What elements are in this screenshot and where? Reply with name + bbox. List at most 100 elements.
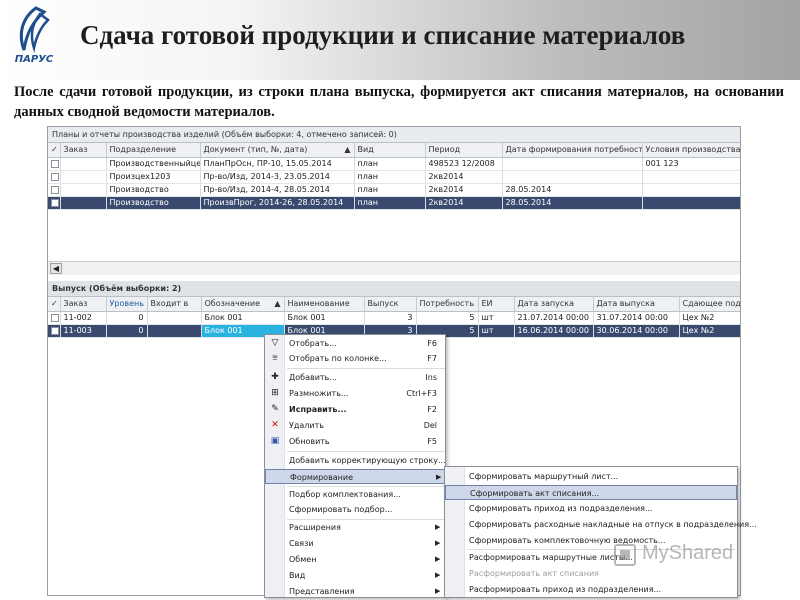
- menu-item-selection-completion[interactable]: Подбор комплектования...: [265, 487, 445, 502]
- column-header-part-of[interactable]: Входит в: [147, 297, 202, 312]
- cell-order[interactable]: [60, 183, 107, 197]
- submenu-item-form-route-sheet[interactable]: Сформировать маршрутный лист...: [445, 469, 737, 484]
- submenu-item-disband-route-sheets[interactable]: Расформировать маршрутные листы...: [445, 550, 737, 565]
- column-header-need[interactable]: Потребность: [416, 297, 479, 312]
- cell-start-date[interactable]: 16.06.2014 00:00: [514, 324, 594, 338]
- menu-item-add-correction-row[interactable]: Добавить корректирующую строку...: [265, 453, 446, 468]
- column-header-division[interactable]: Подразделение: [106, 143, 201, 158]
- menu-item-edit[interactable]: ✎ Исправить... F2: [265, 402, 445, 417]
- cell-document[interactable]: Пр-во/Изд, 2014-3, 23.05.2014: [200, 170, 355, 184]
- cell-period[interactable]: 2кв2014: [425, 196, 503, 210]
- cell-need-date[interactable]: 28.05.2014: [502, 183, 643, 197]
- scroll-left-button[interactable]: ◀: [50, 263, 62, 274]
- submenu-item-form-completion-sheet[interactable]: Сформировать комплектовочную ведомость..…: [445, 533, 737, 548]
- cell-type[interactable]: план: [354, 157, 426, 171]
- column-header-order[interactable]: Заказ: [60, 143, 107, 158]
- row-checkbox-cell[interactable]: [48, 324, 61, 338]
- cell-name[interactable]: Блок 001: [284, 311, 365, 325]
- cell-division[interactable]: Производственныйцех: [106, 157, 201, 171]
- menu-item-form-selection[interactable]: Сформировать подбор...: [265, 502, 445, 517]
- plans-horizontal-scrollbar[interactable]: ◀: [48, 261, 740, 275]
- menu-item-filter[interactable]: ▽ Отобрать... F6: [265, 336, 445, 351]
- cell-document[interactable]: ПроизвПрог, 2014-26, 28.05.2014: [200, 196, 355, 210]
- row-checkbox[interactable]: [51, 198, 59, 207]
- cell-order[interactable]: [60, 170, 107, 184]
- submenu-item-disband-write-off-act[interactable]: Расформировать акт списания: [445, 566, 737, 581]
- column-header-type[interactable]: Вид: [354, 143, 426, 158]
- cell-delivering-unit[interactable]: Цех №2: [679, 311, 740, 325]
- column-header-level[interactable]: Уровень в: [106, 297, 148, 312]
- row-checkbox-cell[interactable]: [48, 311, 61, 325]
- cell-order[interactable]: [60, 196, 107, 210]
- menu-item-delete[interactable]: ✕ Удалить Del: [265, 418, 445, 433]
- row-checkbox[interactable]: [51, 326, 59, 335]
- cell-start-date[interactable]: 21.07.2014 00:00: [514, 311, 594, 325]
- row-checkbox-cell[interactable]: [48, 183, 61, 197]
- cell-release[interactable]: 3: [364, 311, 417, 325]
- column-header-conditions[interactable]: Условия производства: [642, 143, 740, 158]
- cell-period[interactable]: 498523 12/2008: [425, 157, 503, 171]
- cell-unit[interactable]: шт: [478, 311, 515, 325]
- menu-item-links[interactable]: Связи ▶: [265, 536, 445, 551]
- cell-need[interactable]: 5: [416, 311, 479, 325]
- cell-designation[interactable]: Блок 001: [201, 311, 285, 325]
- cell-period[interactable]: 2кв2014: [425, 183, 503, 197]
- cell-part-of[interactable]: [147, 311, 202, 325]
- menu-item-refresh[interactable]: ▣ Обновить F5: [265, 434, 445, 449]
- cell-order[interactable]: [60, 157, 107, 171]
- menu-item-presentations[interactable]: Представления ▶: [265, 584, 445, 599]
- row-checkbox-cell[interactable]: [48, 157, 61, 171]
- cell-conditions[interactable]: [642, 170, 740, 184]
- cell-period[interactable]: 2кв2014: [425, 170, 503, 184]
- column-header-name[interactable]: Наименование: [284, 297, 365, 312]
- row-checkbox[interactable]: [51, 313, 59, 322]
- row-checkbox[interactable]: [51, 172, 59, 181]
- column-header-need-date[interactable]: Дата формирования потребности/ра: [502, 143, 643, 158]
- table-row[interactable]: 11-002 0 Блок 001 Блок 001 3 5 шт 21.07.…: [48, 311, 740, 325]
- cell-division[interactable]: Произцех1203: [106, 170, 201, 184]
- cell-part-of[interactable]: [147, 324, 202, 338]
- menu-item-exchange[interactable]: Обмен ▶: [265, 552, 445, 567]
- cell-division[interactable]: Производство: [106, 183, 201, 197]
- cell-release-date[interactable]: 31.07.2014 00:00: [593, 311, 680, 325]
- column-header-designation[interactable]: Обозначение ▲: [201, 297, 285, 312]
- column-header-check[interactable]: ✓: [48, 297, 61, 312]
- menu-item-view[interactable]: Вид ▶: [265, 568, 445, 583]
- table-row[interactable]: Производство Пр-во/Изд, 2014-4, 28.05.20…: [48, 183, 740, 197]
- cell-conditions[interactable]: 001 123: [642, 157, 740, 171]
- row-checkbox[interactable]: [51, 185, 59, 194]
- cell-delivering-unit[interactable]: Цех №2: [679, 324, 740, 338]
- cell-division[interactable]: Производство: [106, 196, 201, 210]
- table-row[interactable]: Производственныйцех ПланПрОсн, ПР-10, 15…: [48, 157, 740, 171]
- cell-type[interactable]: план: [354, 183, 426, 197]
- cell-conditions[interactable]: [642, 183, 740, 197]
- column-header-start-date[interactable]: Дата запуска: [514, 297, 594, 312]
- column-header-period[interactable]: Период: [425, 143, 503, 158]
- cell-level[interactable]: 0: [106, 324, 148, 338]
- menu-item-formation[interactable]: Формирование ▶: [265, 469, 445, 484]
- submenu-item-disband-receipt[interactable]: Расформировать приход из подразделения..…: [445, 582, 737, 597]
- column-header-delivering-unit[interactable]: Сдающее под: [679, 297, 740, 312]
- cell-need-date[interactable]: [502, 170, 643, 184]
- menu-item-add[interactable]: ✚ Добавить... Ins: [265, 370, 445, 385]
- cell-level[interactable]: 0: [106, 311, 148, 325]
- submenu-item-form-receipt[interactable]: Сформировать приход из подразделения...: [445, 501, 737, 516]
- column-header-release-date[interactable]: Дата выпуска: [593, 297, 680, 312]
- cell-unit[interactable]: шт: [478, 324, 515, 338]
- menu-item-filter-by-column[interactable]: ⩸ Отобрать по колонке... F7: [265, 351, 445, 366]
- menu-item-extensions[interactable]: Расширения ▶: [265, 520, 445, 535]
- column-header-order[interactable]: Заказ: [60, 297, 107, 312]
- cell-conditions[interactable]: [642, 196, 740, 210]
- cell-order[interactable]: 11-003: [60, 324, 107, 338]
- cell-need-date[interactable]: 28.05.2014: [502, 196, 643, 210]
- cell-order[interactable]: 11-002: [60, 311, 107, 325]
- table-row[interactable]: Произцех1203 Пр-во/Изд, 2014-3, 23.05.20…: [48, 170, 740, 184]
- row-checkbox-cell[interactable]: [48, 196, 61, 210]
- column-header-check[interactable]: ✓: [48, 143, 61, 158]
- row-checkbox[interactable]: [51, 159, 59, 168]
- cell-type[interactable]: план: [354, 196, 426, 210]
- row-checkbox-cell[interactable]: [48, 170, 61, 184]
- submenu-item-form-write-off-act[interactable]: Сформировать акт списания...: [445, 485, 737, 500]
- column-header-release[interactable]: Выпуск: [364, 297, 417, 312]
- cell-release-date[interactable]: 30.06.2014 00:00: [593, 324, 680, 338]
